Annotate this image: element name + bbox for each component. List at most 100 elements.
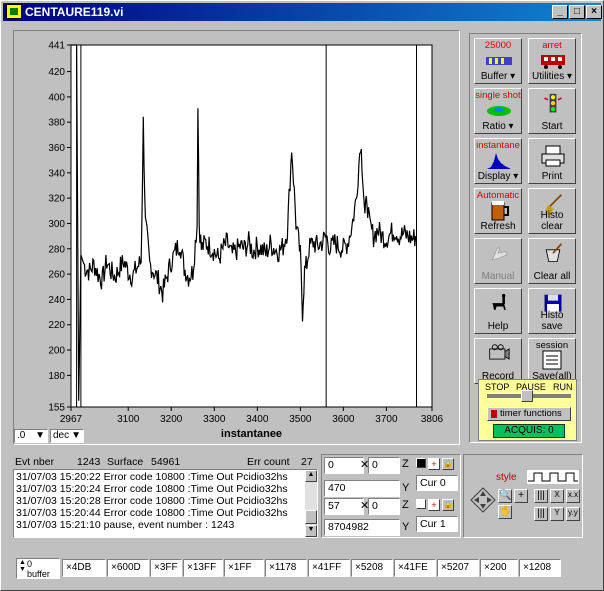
y-tick-label: 280 [48,244,65,255]
train-icon [541,55,565,69]
plot-style-selector[interactable] [526,469,580,485]
format-y-icon[interactable]: y.y [566,507,580,521]
histo-clear-label: Histo clear [540,210,564,232]
timer-functions-button[interactable]: timer functions [487,407,571,421]
help-label: Help [487,321,509,332]
status-line: Evt nber 1243 Surface 54961 Err count 27 [15,456,315,468]
y-tick-label: 220 [48,320,65,331]
x-tick-label: 3500 [289,414,312,425]
err-label: Err count [247,456,290,468]
register-value: ×13FF [183,559,223,577]
cursor0-y-field[interactable]: 470 [324,480,400,497]
scale-lock-y-icon[interactable]: ||| [534,507,548,521]
scroll-up-icon[interactable]: ▲ [305,470,317,482]
y-tick-label: 320 [48,194,65,205]
cursor0-lock-icon[interactable]: 🔒 [442,458,454,470]
utilities-button[interactable]: arret Utilities ▾ [528,38,576,84]
minimize-button[interactable]: _ [552,5,568,19]
help-button[interactable]: Help [474,288,522,334]
x-tick-label: 3806 [421,414,444,425]
cursor-move-icon[interactable]: + [514,489,528,503]
printer-icon [541,145,565,167]
buffer-label: buffer [27,569,50,579]
y-tick-label: 155 [48,403,65,414]
cursor0-y-label: Y [402,482,410,494]
centaur-icon [492,293,506,310]
evt-label: Evt nber [15,456,55,468]
histo-clear-button[interactable]: Histo clear [528,188,576,234]
x-tick-label: 3700 [375,414,398,425]
scroll-thumb[interactable] [305,510,317,524]
zoom-icon[interactable]: 🔍 [498,489,512,503]
print-button[interactable]: Print [528,138,576,184]
display-button[interactable]: instantane Display ▾ [474,138,522,184]
format-base-select[interactable]: dec ▼ [50,429,84,443]
hand-pan-icon[interactable]: ✋ [498,505,512,519]
format-precision-value: .0 [17,430,26,441]
traffic-light-icon [544,93,562,113]
title-bar: CENTAURE119.vi _ □ × [3,3,602,21]
autoscale-x-icon[interactable]: X [550,489,564,503]
cursor1-x-field[interactable]: 57 [324,498,364,515]
scroll-down-icon[interactable]: ▼ [305,525,317,537]
cursor0-z-label: Z [402,458,409,470]
y-tick-label: 340 [48,168,65,179]
clear-all-button[interactable]: Clear all [528,238,576,284]
log-list[interactable]: 31/07/03 15:20:22 Error code 10800 :Time… [13,469,318,538]
log-line: 31/07/03 15:20:24 Error code 10800 :Time… [16,483,288,495]
log-line: 31/07/03 15:20:22 Error code 10800 :Time… [16,471,288,483]
document-stack-icon [542,350,562,370]
cursor1-lock-icon[interactable]: 🔒 [442,499,454,511]
buffer-button[interactable]: 25000 Buffer ▾ [474,38,522,84]
print-label: Print [541,171,563,182]
cursor0-x2-field[interactable]: 0 [368,457,400,474]
cursor1-z-label: Z [402,499,409,511]
cursor0-x-field[interactable]: 0 [324,457,364,474]
cursor1-crosshair-icon[interactable]: + [428,499,440,511]
buffer-indicator[interactable]: ▲ ▼ 0 buffer [16,558,60,579]
buffer-icon [486,57,512,65]
waveform-chart[interactable]: 441 420 400 380 360 340 320 300 280 260 240 220 200 1… [14,31,459,444]
bucket-icon [545,243,563,263]
cursor1-name-field[interactable]: Cur 1 [416,516,458,532]
log-scrollbar[interactable]: ▲ ▼ [305,470,317,537]
format-x-icon[interactable]: x.x [566,489,580,503]
ratio-button[interactable]: single shot Ratio ▾ [474,88,522,134]
cursor1-y-field[interactable]: 8704982 [324,519,400,536]
register-value: ×5208 [351,559,393,577]
maximize-button[interactable]: □ [569,5,585,19]
start-button[interactable]: Start [528,88,576,134]
cursor1-color-swatch[interactable] [416,499,426,509]
cursor1-x2-field[interactable]: 0 [368,498,400,515]
red-led-icon [491,410,497,418]
record-button[interactable]: Record [474,338,522,384]
refresh-label: Refresh [480,221,516,232]
timer-functions-label: timer functions [500,408,562,419]
utilities-label: Utilities ▾ [531,71,573,82]
stepper-arrows-icon[interactable]: ▲ ▼ [19,559,26,573]
format-precision-select[interactable]: .0 ▼ [14,429,48,443]
y-tick-label: 380 [48,118,65,129]
stop-label: STOP [485,382,510,392]
pan-cross-icon[interactable] [470,487,496,513]
chevron-down-icon: ▼ [71,430,81,441]
histo-save-button[interactable]: Histo save [528,288,576,334]
refresh-button[interactable]: Automatic Refresh [474,188,522,234]
display-label: Display ▾ [477,171,519,182]
scale-lock-x-icon[interactable]: ||| [534,489,548,503]
cursor0-name-field[interactable]: Cur 0 [416,475,458,491]
register-value: ×41FF [308,559,350,577]
autoscale-y-icon[interactable]: Y [550,507,564,521]
acquisition-panel: STOP PAUSE RUN timer functions ACQUIS: 0 [478,379,577,441]
acquisition-slider-thumb[interactable] [521,390,533,402]
close-button[interactable]: × [586,5,602,19]
acquis-indicator: ACQUIS: 0 [493,424,565,438]
cursor0-color-swatch[interactable] [416,458,426,468]
cursor-panel: 0 ✕ 0 Z + 🔒 470 Y Cur 0 57 ✕ 0 Z + 🔒 870… [321,454,461,538]
log-line: 31/07/03 15:20:28 Error code 10800 :Time… [16,495,288,507]
manual-button[interactable]: Manual [474,238,522,284]
cursor0-crosshair-icon[interactable]: + [428,458,440,470]
register-value: ×200 [480,559,518,577]
format-base-value: dec [53,430,70,441]
save-all-button[interactable]: session Save(all) [528,338,576,384]
